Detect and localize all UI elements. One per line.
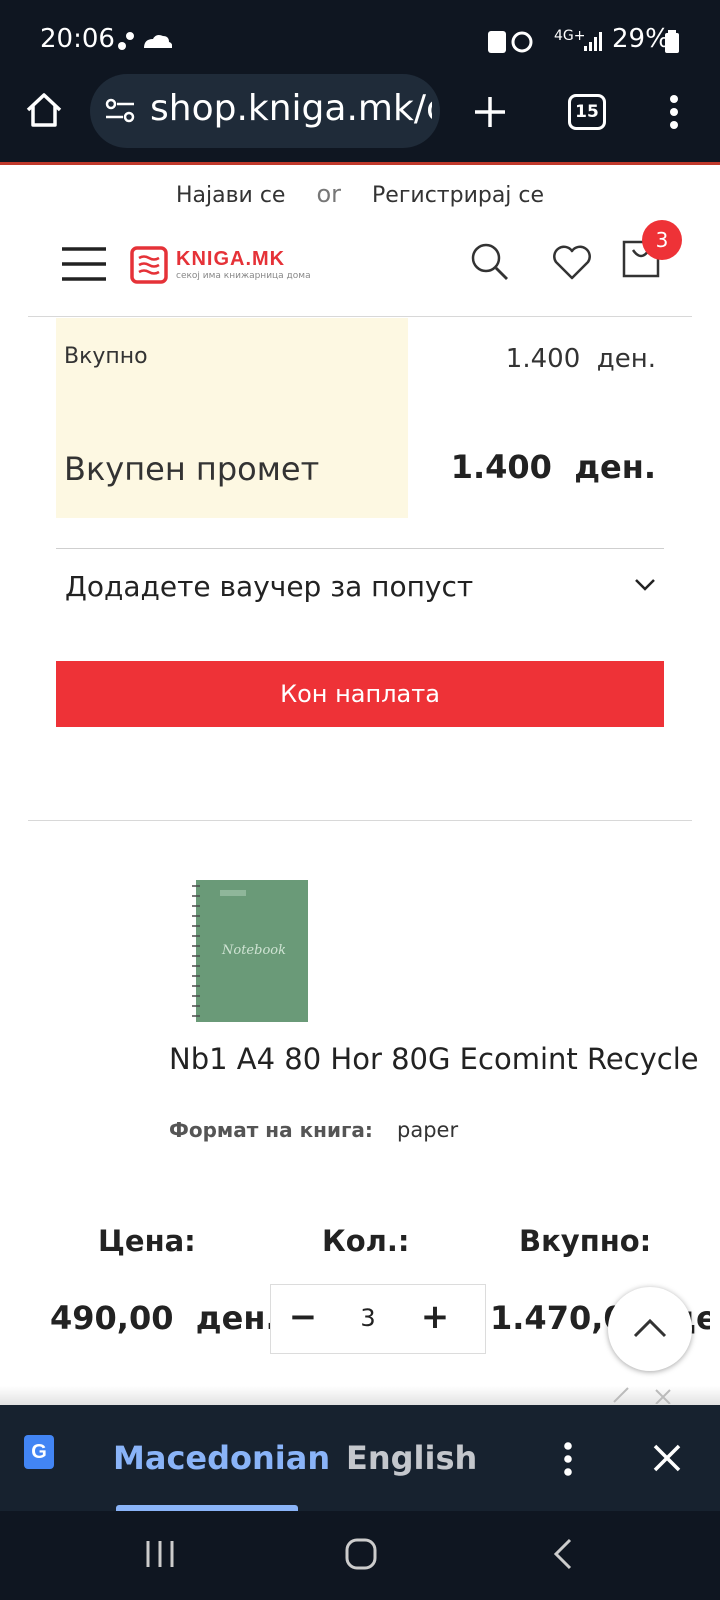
search-icon[interactable] [470,242,510,282]
chevron-down-icon [635,579,655,591]
home-icon[interactable] [24,90,64,130]
increase-qty-button[interactable]: + [420,1292,450,1342]
status-icons [488,31,533,53]
google-translate-icon: G 文 [24,1435,68,1479]
network-label: 4G+ [554,28,586,44]
translate-target-language-tab[interactable]: English [346,1439,477,1477]
format-label: Формат на книга: [169,1118,373,1142]
price-header: Цена: [98,1224,196,1258]
header-divider [28,316,692,317]
cart-count-badge: 3 [642,220,682,260]
battery-icon [665,30,679,53]
logo-tagline: секој има книжарница дома [176,271,311,281]
voucher-label: Додадете ваучер за попуст [65,570,474,603]
browser-menu-icon[interactable] [664,94,684,130]
register-link[interactable]: Регистрирај се [372,183,544,208]
back-button-icon[interactable] [552,1537,574,1571]
auth-links: Најави се or Регистрирај се [0,180,720,208]
notebook-cover-icon: Notebook [192,880,308,1022]
quantity-input[interactable]: 3 [348,1304,388,1332]
login-link[interactable]: Најави се [176,183,286,208]
section-divider [28,820,692,821]
translate-source-language-tab[interactable]: Macedonian [113,1439,330,1477]
hamburger-menu-icon[interactable] [62,246,106,282]
notebook-cover-text: Notebook [221,943,286,958]
total-label: Вкупен промет [64,450,320,488]
chevron-up-icon [633,1318,667,1338]
wishlist-heart-icon[interactable] [552,244,592,280]
qty-header: Кол.: [322,1224,410,1258]
url-text[interactable]: shop.kniga.mk/c [150,88,432,129]
voucher-toggle[interactable]: Додадете ваучер за попуст [56,566,664,616]
line-total-header: Вкупно: [519,1224,652,1258]
total-value: 1.400 ден. [450,448,656,486]
unit-price: 490,00 ден. [50,1299,278,1337]
translate-bar: G 文 Macedonian English [0,1405,720,1511]
subtotal-value: 1.400 ден. [505,344,656,374]
site-settings-icon[interactable] [104,96,136,126]
format-value: paper [397,1118,459,1142]
logo-book-icon [130,246,168,284]
tab-switcher-button[interactable]: 15 [568,94,606,130]
logo-text: KNIGA.MK [176,248,286,270]
home-button-icon[interactable] [344,1537,378,1571]
notification-icons [118,32,172,50]
recent-apps-icon[interactable] [144,1539,176,1569]
new-tab-icon[interactable] [472,94,508,130]
system-nav-bar [0,1511,720,1600]
checkout-button[interactable]: Кон наплата [56,661,664,727]
decrease-qty-button[interactable]: − [288,1292,318,1342]
site-logo[interactable]: KNIGA.MK секој има книжарница дома [130,246,311,286]
status-bar: 20:06 4G+ 29% [0,0,720,80]
product-image[interactable]: Notebook [192,878,310,1024]
close-icon[interactable] [652,1443,682,1473]
product-name[interactable]: Nb1 A4 80 Hor 80G Ecomint Recycle [169,1042,699,1076]
signal-icon [584,32,602,51]
translate-menu-icon[interactable] [560,1441,576,1477]
battery-percent: 29% [612,24,670,54]
status-time: 20:06 [40,24,115,54]
scroll-to-top-button[interactable] [608,1287,692,1371]
edit-close-hint-icons [613,1387,671,1404]
or-text: or [316,180,342,208]
voucher-divider [56,548,664,549]
subtotal-label: Вкупно [64,344,148,369]
